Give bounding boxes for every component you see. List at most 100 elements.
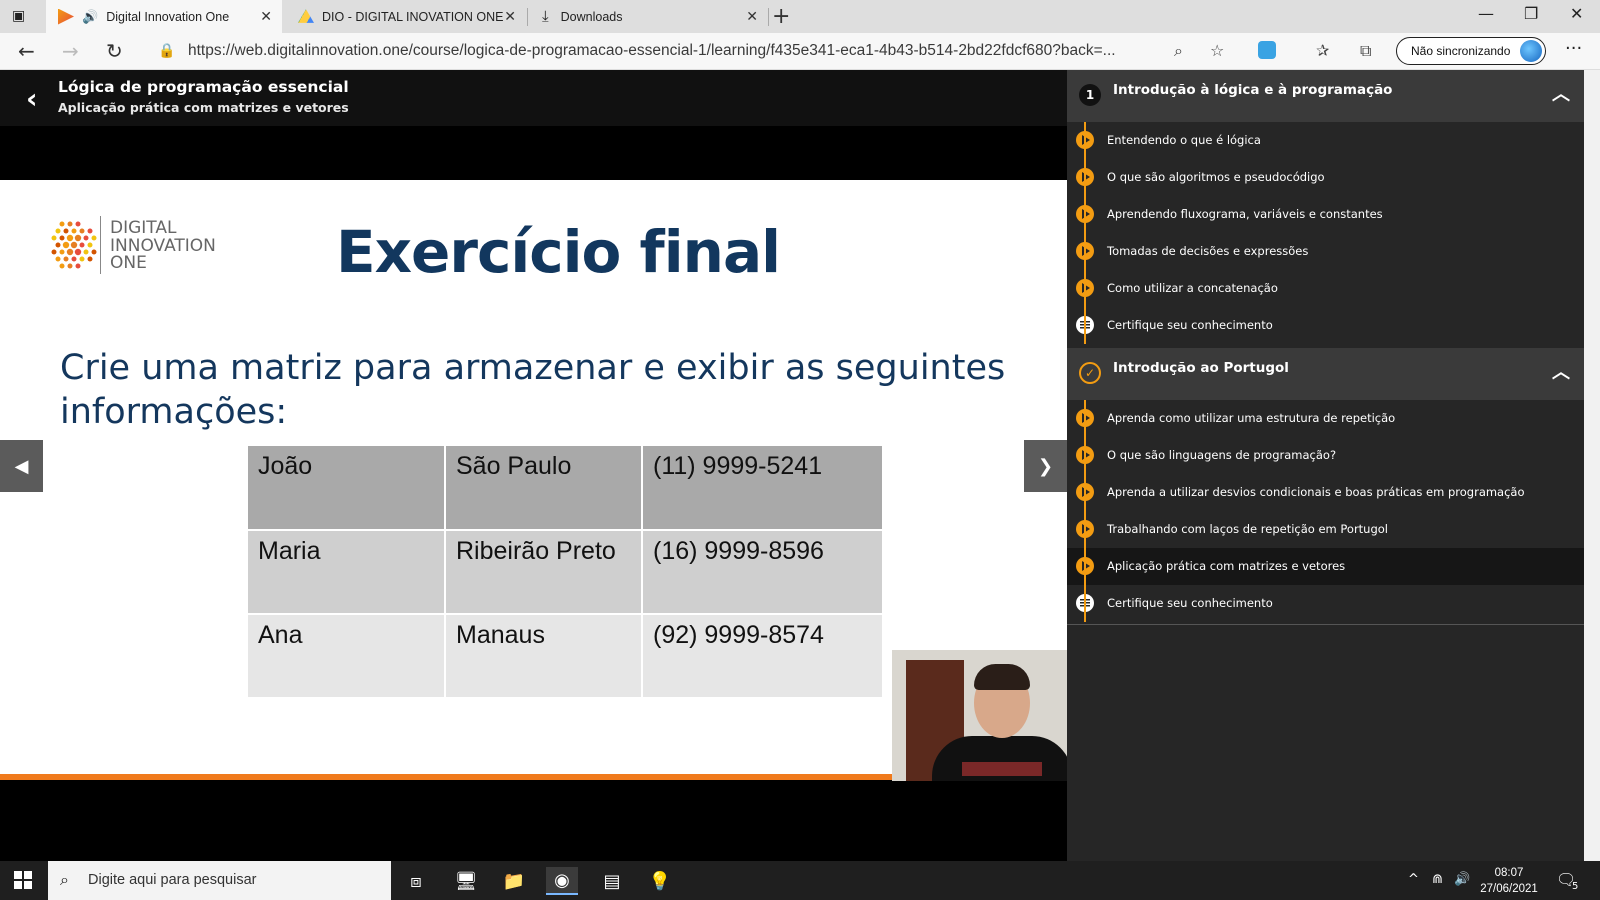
close-tab-icon[interactable]: ✕ bbox=[746, 8, 758, 25]
logo-dot bbox=[75, 263, 81, 269]
zoom-icon[interactable]: ⌕ bbox=[1174, 41, 1183, 61]
chevron-up-icon[interactable]: ︿ bbox=[1552, 358, 1570, 384]
logo-dot bbox=[87, 228, 93, 234]
chevron-up-icon[interactable]: ^ bbox=[1408, 872, 1419, 887]
address-bar: ← → ↻ 🔒 https://web.digitalinnovation.on… bbox=[0, 33, 1600, 70]
tab-separator bbox=[527, 8, 528, 26]
course-title: Lógica de programação essencial bbox=[58, 78, 349, 96]
lesson-item[interactable]: Aprendendo fluxograma, variáveis e const… bbox=[1067, 196, 1584, 233]
logo-dot bbox=[59, 221, 65, 227]
more-options-icon[interactable]: ··· bbox=[1565, 38, 1582, 59]
close-window-icon[interactable]: ✕ bbox=[1570, 4, 1583, 23]
forward-arrow-icon[interactable]: → bbox=[62, 39, 79, 63]
chevron-up-icon[interactable]: ︿ bbox=[1552, 80, 1570, 106]
profile-sync-button[interactable]: Não sincronizando bbox=[1396, 37, 1546, 65]
volume-icon[interactable]: 🔊 bbox=[1454, 872, 1470, 887]
next-lesson-button[interactable]: ❯ bbox=[1024, 440, 1067, 492]
taskbar-search-box[interactable]: ⌕ Digite aqui para pesquisar bbox=[48, 861, 391, 900]
progress-track-line bbox=[1084, 400, 1086, 622]
logo-dot bbox=[55, 242, 61, 248]
tab-downloads[interactable]: ⤓ Downloads ✕ bbox=[530, 0, 768, 33]
logo-divider bbox=[100, 216, 101, 274]
logo-dot bbox=[71, 228, 77, 234]
lightbulb-icon[interactable]: 💡 bbox=[644, 867, 676, 895]
logo-dot bbox=[62, 241, 70, 249]
logo-dot bbox=[63, 228, 69, 234]
logo-dot bbox=[91, 235, 97, 241]
check-circle-icon: ✓ bbox=[1079, 362, 1101, 384]
lesson-item[interactable]: Certifique seu conhecimento bbox=[1067, 307, 1584, 344]
task-view-icon[interactable]: ⧈ bbox=[400, 867, 432, 895]
logo-dot bbox=[59, 235, 65, 241]
logo-dot bbox=[67, 263, 73, 269]
logo-dot bbox=[67, 221, 73, 227]
windows-start-icon[interactable] bbox=[14, 871, 32, 889]
lesson-item[interactable]: Como utilizar a concatenação bbox=[1067, 270, 1584, 307]
slide-instructions: Crie uma matriz para armazenar e exibir … bbox=[60, 348, 1006, 432]
lesson-label: O que são linguagens de programação? bbox=[1107, 448, 1337, 462]
lesson-item[interactable]: Tomadas de decisões e expressões bbox=[1067, 233, 1584, 270]
lesson-item[interactable]: O que são algoritmos e pseudocódigo bbox=[1067, 159, 1584, 196]
lesson-item[interactable]: Certifique seu conhecimento bbox=[1067, 585, 1584, 622]
tab-dio-drive[interactable]: DIO - DIGITAL INOVATION ONE ✕ bbox=[286, 0, 526, 33]
favorites-icon[interactable]: ✰ bbox=[1316, 41, 1329, 60]
audio-icon[interactable]: 🔊 bbox=[82, 9, 98, 25]
remote-desktop-icon[interactable]: 🖥 bbox=[450, 867, 482, 895]
back-chevron-icon[interactable]: ‹ bbox=[26, 82, 38, 115]
lesson-label: Aprenda a utilizar desvios condicionais … bbox=[1107, 485, 1525, 499]
tab-digital-innovation-one[interactable]: 🔊 Digital Innovation One ✕ bbox=[46, 0, 282, 33]
table-cell: Ana bbox=[248, 614, 446, 699]
wifi-icon[interactable]: ⋒ bbox=[1432, 872, 1443, 887]
close-tab-icon[interactable]: ✕ bbox=[260, 8, 272, 25]
scrollbar[interactable] bbox=[1584, 70, 1600, 861]
collections-icon[interactable]: ⧉ bbox=[1360, 41, 1371, 61]
previous-lesson-button[interactable]: ◀ bbox=[0, 440, 43, 492]
logo-dot bbox=[74, 234, 82, 242]
restore-icon[interactable]: ❐ bbox=[1524, 4, 1538, 23]
tab-label: Digital Innovation One bbox=[106, 9, 230, 24]
file-explorer-icon[interactable]: 📁 bbox=[498, 867, 530, 895]
drive-favicon-icon bbox=[298, 9, 314, 23]
lesson-item[interactable]: Trabalhando com laços de repetição em Po… bbox=[1067, 511, 1584, 548]
lesson-item[interactable]: Aprenda como utilizar uma estrutura de r… bbox=[1067, 400, 1584, 437]
course-sidebar: 1 Introdução à lógica e à programação ︿ … bbox=[1067, 70, 1584, 861]
logo-dot bbox=[70, 241, 78, 249]
logo-dot bbox=[71, 256, 77, 262]
logo-dot bbox=[51, 235, 57, 241]
minimize-icon[interactable]: — bbox=[1478, 4, 1494, 23]
tab-label: DIO - DIGITAL INOVATION ONE bbox=[322, 9, 504, 24]
lock-icon[interactable]: 🔒 bbox=[158, 43, 175, 59]
chevron-left-icon: ◀ bbox=[14, 455, 29, 477]
table-cell: Ribeirão Preto bbox=[445, 530, 643, 615]
url-field[interactable]: https://web.digitalinnovation.one/course… bbox=[188, 42, 1116, 60]
lesson-item-current[interactable]: Aplicação prática com matrizes e vetores bbox=[1067, 548, 1584, 585]
system-clock[interactable]: 08:07 27/06/2021 bbox=[1474, 865, 1544, 897]
app-window-icon[interactable]: ▤ bbox=[596, 867, 628, 895]
back-arrow-icon[interactable]: ← bbox=[18, 39, 35, 63]
section-header-1[interactable]: 1 Introdução à lógica e à programação ︿ bbox=[1067, 70, 1584, 122]
edge-browser-icon[interactable]: ◉ bbox=[546, 867, 578, 895]
lesson-item[interactable]: Entendendo o que é lógica bbox=[1067, 122, 1584, 159]
tab-actions-icon[interactable]: ▣ bbox=[12, 8, 30, 24]
new-tab-icon[interactable]: + bbox=[772, 4, 790, 29]
logo-text: DIGITAL INNOVATION ONE bbox=[110, 219, 216, 273]
logo-dot bbox=[55, 228, 61, 234]
lesson-label: Certifique seu conhecimento bbox=[1107, 318, 1273, 332]
section-number: 1 bbox=[1079, 84, 1101, 106]
sidebar-divider bbox=[1067, 624, 1584, 625]
refresh-icon[interactable]: ↻ bbox=[106, 39, 123, 63]
extension-icon[interactable] bbox=[1258, 41, 1276, 59]
lesson-label: Entendendo o que é lógica bbox=[1107, 133, 1261, 147]
lesson-item[interactable]: Aprenda a utilizar desvios condicionais … bbox=[1067, 474, 1584, 511]
table-cell: João bbox=[248, 446, 446, 531]
video-progress-bar[interactable] bbox=[0, 774, 892, 780]
table-cell: Maria bbox=[248, 530, 446, 615]
logo-dot bbox=[79, 228, 85, 234]
logo-dot bbox=[55, 256, 61, 262]
lesson-item[interactable]: O que são linguagens de programação? bbox=[1067, 437, 1584, 474]
instructor-webcam bbox=[892, 650, 1067, 781]
avatar bbox=[1520, 40, 1542, 62]
add-favorite-icon[interactable]: ☆ bbox=[1210, 41, 1224, 60]
section-header-2[interactable]: ✓ Introdução ao Portugol ︿ bbox=[1067, 348, 1584, 400]
close-tab-icon[interactable]: ✕ bbox=[504, 8, 516, 25]
